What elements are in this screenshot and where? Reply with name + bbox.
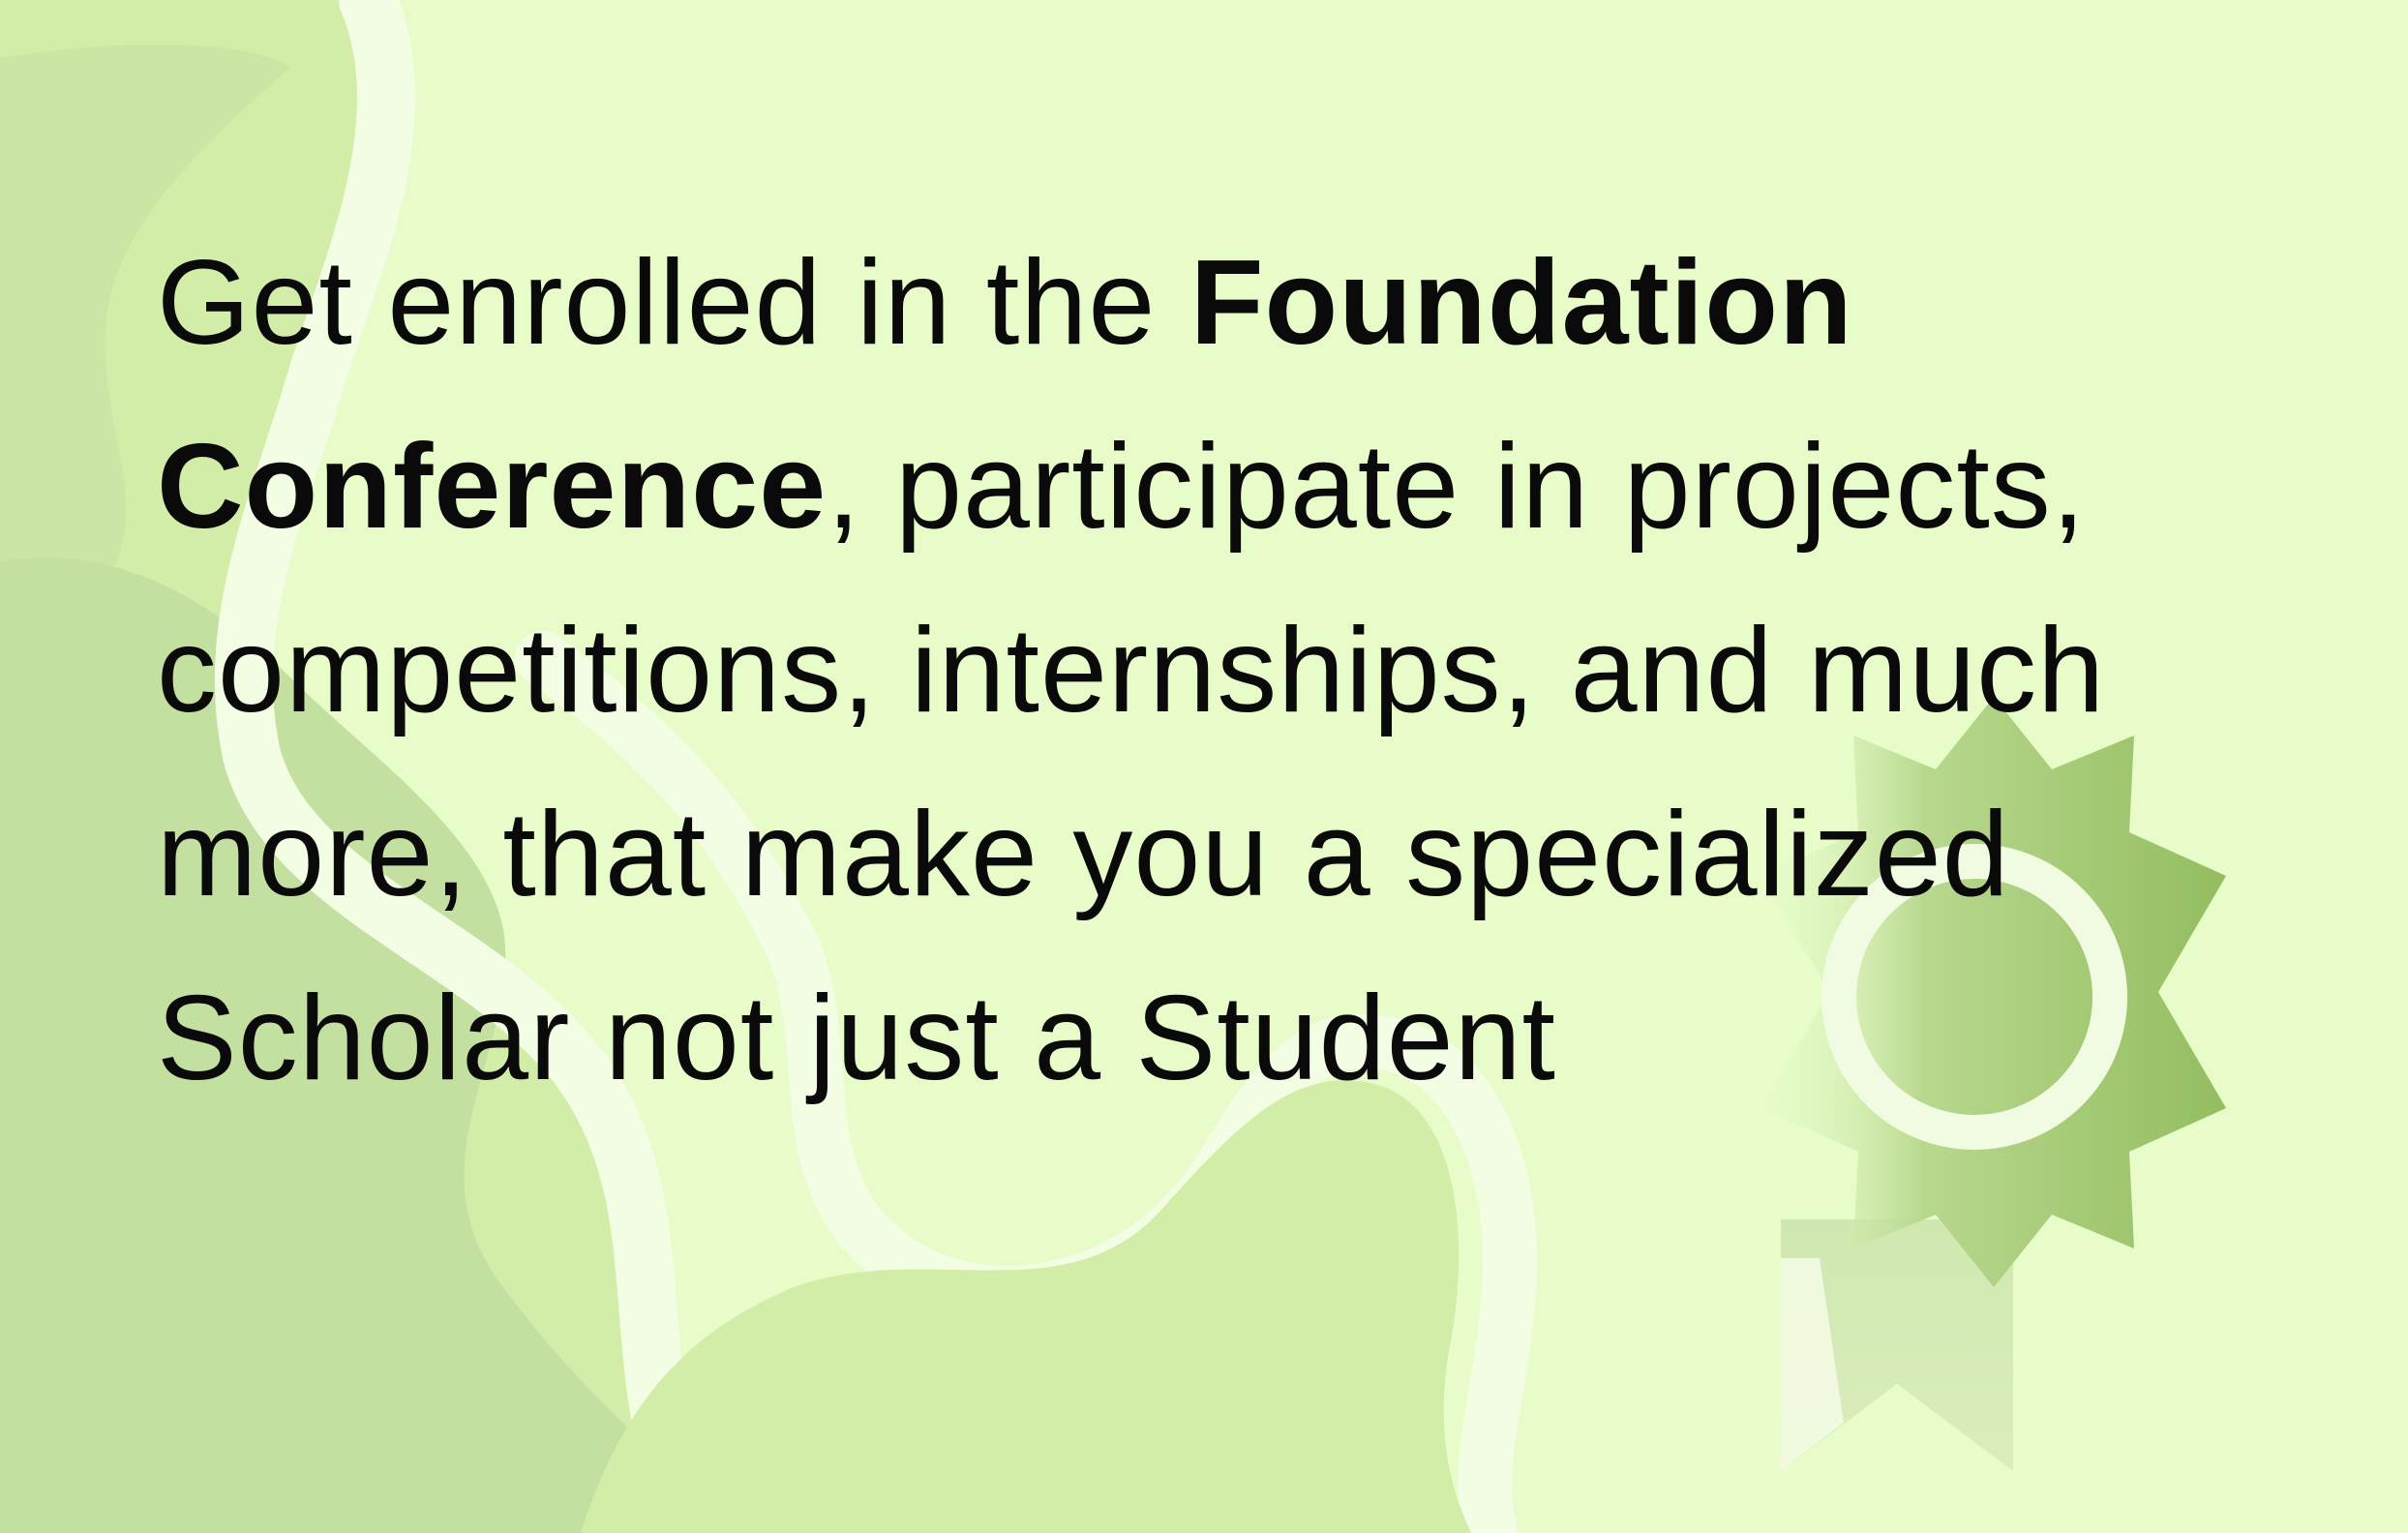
promo-card: Get enrolled in the Foundation Conferenc…	[0, 0, 2408, 1533]
promo-message: Get enrolled in the Foundation Conferenc…	[157, 211, 2334, 1130]
message-intro: Get enrolled in the	[157, 236, 1190, 370]
